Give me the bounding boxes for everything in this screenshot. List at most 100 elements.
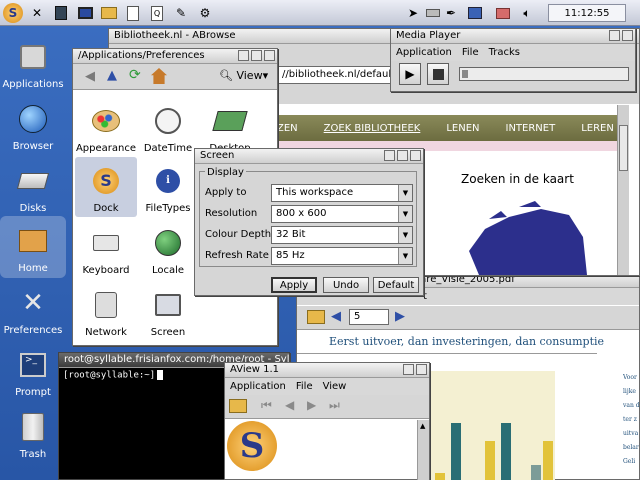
next-image-icon[interactable]: ▶	[307, 398, 316, 412]
desktop-icon-browser[interactable]: Browser	[0, 94, 66, 156]
menu-application[interactable]: Application	[396, 47, 452, 58]
window-tray-icon[interactable]	[466, 4, 484, 22]
refresh-rate-select[interactable]: 85 Hz ▼	[271, 247, 413, 265]
window-buttons	[238, 50, 275, 61]
first-image-icon[interactable]: ⏮	[261, 398, 272, 413]
nav-link[interactable]: ZOEK BIBLIOTHEEK	[324, 123, 421, 134]
preferences-title[interactable]: /Applications/Preferences	[73, 49, 277, 64]
up-icon[interactable]: ▲	[107, 68, 117, 83]
resolution-select[interactable]: 800 x 600 ▼	[271, 205, 413, 223]
info-icon: i	[151, 164, 185, 198]
reload-icon[interactable]: ⟳	[129, 67, 141, 83]
pref-item-screen[interactable]: Screen	[137, 281, 199, 341]
desktop-icon-preferences[interactable]: ✕ Preferences	[0, 278, 66, 340]
scroll-up-icon[interactable]: ▲	[420, 422, 425, 430]
default-button[interactable]: Default	[373, 277, 419, 293]
play-button[interactable]: ▶	[399, 63, 421, 85]
pdf-divider	[297, 353, 597, 354]
close-icon[interactable]	[410, 150, 421, 161]
menu-file[interactable]: File	[462, 47, 479, 58]
text-icon[interactable]: Q	[148, 4, 166, 22]
seek-slider[interactable]	[459, 67, 629, 81]
side-text-line: Geli	[623, 458, 636, 465]
pref-label: Network	[85, 327, 127, 338]
undo-button[interactable]: Undo	[323, 277, 369, 293]
view-menu[interactable]: 🔍︎ View▾	[219, 69, 268, 82]
home-icon[interactable]	[151, 68, 167, 84]
menu-file[interactable]: File	[296, 381, 313, 392]
maximize-icon[interactable]	[416, 364, 427, 375]
desktop-icon-trash[interactable]: Trash	[0, 402, 66, 464]
paint-icon[interactable]: ✎	[172, 4, 190, 22]
disk-tray-icon[interactable]	[424, 4, 442, 22]
desktop-icon-applications[interactable]: Applications	[0, 32, 66, 94]
minimize-icon[interactable]	[238, 50, 249, 61]
menu-view[interactable]: View	[323, 381, 347, 392]
stop-button[interactable]	[427, 63, 449, 85]
apply-button[interactable]: Apply	[271, 277, 317, 293]
minimize-icon[interactable]	[609, 30, 620, 41]
volume-icon[interactable]: 🔈︎	[518, 4, 536, 22]
screen-title-text: Screen	[200, 150, 235, 161]
nav-link[interactable]: ZEN	[277, 123, 298, 134]
back-icon[interactable]: ◀	[85, 69, 95, 84]
menu-application[interactable]: Application	[230, 381, 286, 392]
page-number-field[interactable]: 5	[349, 309, 389, 325]
window-buttons	[403, 364, 427, 375]
nav-link[interactable]: INTERNET	[506, 123, 556, 134]
aview-scrollbar[interactable]: ▲	[417, 420, 429, 480]
pref-item-datetime[interactable]: DateTime	[137, 97, 199, 157]
chart-bar	[543, 441, 553, 480]
pref-item-keyboard[interactable]: Keyboard	[75, 219, 137, 279]
map-title: Zoeken in de kaart	[461, 172, 574, 186]
last-image-icon[interactable]: ⏭	[329, 398, 340, 413]
open-folder-icon[interactable]	[307, 310, 325, 324]
minimize-icon[interactable]	[384, 150, 395, 161]
next-page-icon[interactable]: ▶	[395, 309, 405, 324]
preferences-icon[interactable]: ⚙	[196, 4, 214, 22]
url-field[interactable]: //bibliotheek.nl/default.a	[277, 66, 404, 84]
nav-link[interactable]: LENEN	[446, 123, 479, 134]
desktop-icon-home[interactable]: Home	[0, 216, 66, 278]
screen-title[interactable]: Screen	[195, 149, 423, 164]
document-icon[interactable]	[124, 4, 142, 22]
map-image[interactable]	[449, 189, 589, 275]
pref-item-appearance[interactable]: Appearance	[75, 97, 137, 157]
menu-tracks[interactable]: Tracks	[489, 47, 520, 58]
browser-scrollbar[interactable]	[617, 105, 629, 275]
close-icon[interactable]	[264, 50, 275, 61]
taskbar: S ✕ Q ✎ ⚙ ➤ ✒ 🔈︎ 11:12:55	[0, 0, 640, 26]
pref-item-network[interactable]: Network	[75, 281, 137, 341]
preferences-toolbar: ◀ ▲ ⟳ 🔍︎ View▾	[73, 64, 277, 90]
network-tray-icon[interactable]: ➤	[404, 4, 422, 22]
nav-link[interactable]: LEREN	[581, 123, 614, 134]
media-title[interactable]: Media Player	[391, 29, 635, 44]
pref-item-filetypes[interactable]: i FileTypes	[137, 157, 199, 217]
pref-item-dock[interactable]: S Dock	[75, 157, 137, 217]
prev-image-icon[interactable]: ◀	[285, 398, 294, 412]
pen-tray-icon[interactable]: ✒	[442, 4, 460, 22]
window-buttons	[609, 30, 633, 41]
chart-bar	[435, 473, 445, 480]
screen-icon	[151, 288, 185, 322]
pref-item-locale[interactable]: Locale	[137, 219, 199, 279]
colour-depth-select[interactable]: 32 Bit ▼	[271, 226, 413, 244]
desktop-icon-prompt[interactable]: >_ Prompt	[0, 340, 66, 402]
terminal-icon[interactable]	[52, 4, 70, 22]
maximize-icon[interactable]	[251, 50, 262, 61]
syllable-menu-icon[interactable]: S	[3, 3, 23, 23]
minimize-icon[interactable]	[403, 364, 414, 375]
open-folder-icon[interactable]	[229, 399, 247, 413]
camera-tray-icon[interactable]	[494, 4, 512, 22]
apply-to-label: Apply to	[205, 187, 247, 198]
maximize-icon[interactable]	[622, 30, 633, 41]
maximize-icon[interactable]	[397, 150, 408, 161]
prev-page-icon[interactable]: ◀	[331, 309, 341, 324]
apply-to-select[interactable]: This workspace ▼	[271, 184, 413, 202]
desktop-icon-disks[interactable]: Disks	[0, 156, 66, 218]
tools-icon[interactable]: ✕	[28, 4, 46, 22]
folder-icon[interactable]	[100, 4, 118, 22]
monitor-icon[interactable]	[76, 4, 94, 22]
terminal-output[interactable]: [root@syllable:~]	[63, 370, 164, 381]
aview-title[interactable]: AView 1.1	[225, 363, 429, 378]
